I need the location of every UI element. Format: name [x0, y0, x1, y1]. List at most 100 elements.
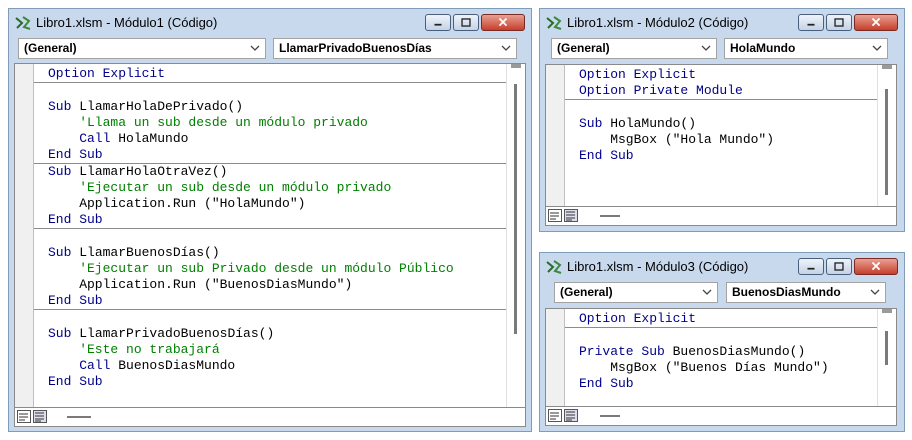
code-line[interactable]: 'Ejecutar un sub desde un módulo privado	[34, 180, 507, 196]
code-line[interactable]: End Sub	[565, 148, 878, 164]
chevron-down-icon	[870, 289, 880, 295]
code-line[interactable]: Private Sub BuenosDiasMundo()	[565, 344, 878, 360]
code-text[interactable]: Option Explicit Option Private Module Sub …	[565, 67, 878, 206]
code-line[interactable]: MsgBox ("Hola Mundo")	[565, 132, 878, 148]
code-token: Application.Run ("BuenosDiasMundo")	[48, 277, 353, 292]
scrollbar-thumb[interactable]	[514, 84, 517, 334]
code-line[interactable]: Option Explicit	[565, 67, 878, 83]
code-keyword: Call	[48, 131, 119, 146]
code-line[interactable]: Option Explicit	[34, 66, 507, 83]
code-token: LlamarBuenosDías()	[79, 245, 220, 260]
object-combo[interactable]: (General)	[18, 38, 266, 59]
chevron-down-icon	[250, 45, 260, 51]
code-keyword: End Sub	[48, 147, 103, 162]
horizontal-scrollbar-thumb[interactable]	[600, 215, 620, 217]
horizontal-scrollbar-thumb[interactable]	[67, 416, 91, 418]
full-module-view-icon[interactable]	[33, 410, 47, 423]
procedure-view-icon[interactable]	[17, 410, 31, 423]
code-line[interactable]: Sub LlamarHolaDePrivado()	[34, 99, 507, 115]
vertical-scrollbar[interactable]	[506, 64, 525, 407]
procedure-view-icon[interactable]	[548, 409, 562, 422]
procedure-combo[interactable]: HolaMundo	[724, 38, 888, 59]
chevron-down-icon	[701, 45, 711, 51]
code-window-modulo2: Libro1.xlsm - Módulo2 (Código) (General)…	[539, 8, 905, 232]
code-line[interactable]: Call HolaMundo	[34, 131, 507, 147]
code-line[interactable]: End Sub	[34, 374, 507, 390]
horizontal-scrollbar-thumb[interactable]	[600, 415, 620, 417]
view-bar	[545, 407, 897, 426]
close-button[interactable]	[481, 14, 525, 31]
title-bar[interactable]: Libro1.xlsm - Módulo3 (Código)	[540, 253, 904, 281]
code-editor[interactable]: Option Explicit Private Sub BuenosDiasMun…	[545, 308, 897, 407]
code-line[interactable]: Application.Run ("HolaMundo")	[34, 196, 507, 212]
code-token: BuenosDiasMundo	[118, 358, 236, 373]
minimize-button[interactable]	[798, 258, 824, 275]
procedure-combo[interactable]: LlamarPrivadoBuenosDías	[273, 38, 517, 59]
object-combo[interactable]: (General)	[551, 38, 717, 59]
code-line[interactable]: End Sub	[565, 376, 878, 392]
minimize-button[interactable]	[425, 14, 451, 31]
scroll-up-arrow[interactable]	[511, 64, 521, 68]
code-line[interactable]: Option Explicit	[565, 311, 878, 328]
code-line[interactable]	[34, 229, 507, 245]
code-line[interactable]	[34, 83, 507, 99]
object-combo[interactable]: (General)	[554, 282, 718, 303]
code-line[interactable]: Sub LlamarPrivadoBuenosDías()	[34, 326, 507, 342]
scrollbar-thumb[interactable]	[885, 331, 888, 365]
code-line[interactable]: Sub HolaMundo()	[565, 116, 878, 132]
code-line[interactable]	[565, 328, 878, 344]
code-line[interactable]: End Sub	[34, 212, 507, 229]
code-line[interactable]: Call BuenosDiasMundo	[34, 358, 507, 374]
code-line[interactable]: MsgBox ("Buenos Días Mundo")	[565, 360, 878, 376]
code-text[interactable]: Option Explicit Sub LlamarHolaDePrivado()…	[34, 66, 507, 407]
procedure-view-icon[interactable]	[548, 209, 562, 222]
code-token: LlamarHolaDePrivado()	[79, 99, 244, 114]
code-line[interactable]: End Sub	[34, 147, 507, 164]
margin-indicator-bar[interactable]	[15, 64, 34, 407]
scrollbar-thumb[interactable]	[885, 89, 888, 195]
object-combo-value: (General)	[560, 285, 613, 299]
minimize-button[interactable]	[798, 14, 824, 31]
code-line[interactable]: Application.Run ("BuenosDiasMundo")	[34, 277, 507, 293]
margin-indicator-bar[interactable]	[546, 309, 565, 406]
code-line[interactable]: End Sub	[34, 293, 507, 310]
code-keyword: Option Explicit	[48, 66, 166, 81]
vertical-scrollbar[interactable]	[877, 65, 896, 206]
scroll-up-arrow[interactable]	[882, 65, 892, 69]
margin-indicator-bar[interactable]	[546, 65, 565, 206]
maximize-button[interactable]	[826, 14, 852, 31]
scroll-up-arrow[interactable]	[882, 309, 892, 313]
vertical-scrollbar[interactable]	[877, 309, 896, 406]
procedure-combo-value: BuenosDiasMundo	[732, 285, 841, 299]
code-keyword: End Sub	[48, 374, 103, 389]
view-bar	[14, 408, 526, 427]
code-comment: 'Ejecutar un sub Privado desde un módulo…	[48, 261, 454, 276]
code-editor[interactable]: Option Explicit Sub LlamarHolaDePrivado()…	[14, 63, 526, 408]
code-line[interactable]: 'Ejecutar un sub Privado desde un módulo…	[34, 261, 507, 277]
maximize-button[interactable]	[453, 14, 479, 31]
close-button[interactable]	[854, 14, 898, 31]
title-bar[interactable]: Libro1.xlsm - Módulo1 (Código)	[9, 9, 531, 37]
object-combo-value: (General)	[24, 41, 77, 55]
code-line[interactable]: Option Private Module	[565, 83, 878, 100]
procedure-combo[interactable]: BuenosDiasMundo	[726, 282, 886, 303]
full-module-view-icon[interactable]	[564, 409, 578, 422]
code-line[interactable]	[34, 310, 507, 326]
code-keyword: Call	[48, 358, 119, 373]
code-comment: 'Este no trabajará	[48, 342, 220, 357]
code-keyword: End Sub	[579, 376, 634, 391]
minimize-icon	[434, 23, 442, 26]
code-editor[interactable]: Option Explicit Option Private Module Sub …	[545, 64, 897, 207]
maximize-button[interactable]	[826, 258, 852, 275]
minimize-icon	[807, 23, 815, 26]
code-keyword: End Sub	[579, 148, 634, 163]
code-line[interactable]: Sub LlamarHolaOtraVez()	[34, 164, 507, 180]
code-text[interactable]: Option Explicit Private Sub BuenosDiasMun…	[565, 311, 878, 406]
code-line[interactable]: Sub LlamarBuenosDías()	[34, 245, 507, 261]
full-module-view-icon[interactable]	[564, 209, 578, 222]
close-button[interactable]	[854, 258, 898, 275]
code-line[interactable]	[565, 100, 878, 116]
code-line[interactable]: 'Este no trabajará	[34, 342, 507, 358]
code-line[interactable]: 'Llama un sub desde un módulo privado	[34, 115, 507, 131]
title-bar[interactable]: Libro1.xlsm - Módulo2 (Código)	[540, 9, 904, 37]
